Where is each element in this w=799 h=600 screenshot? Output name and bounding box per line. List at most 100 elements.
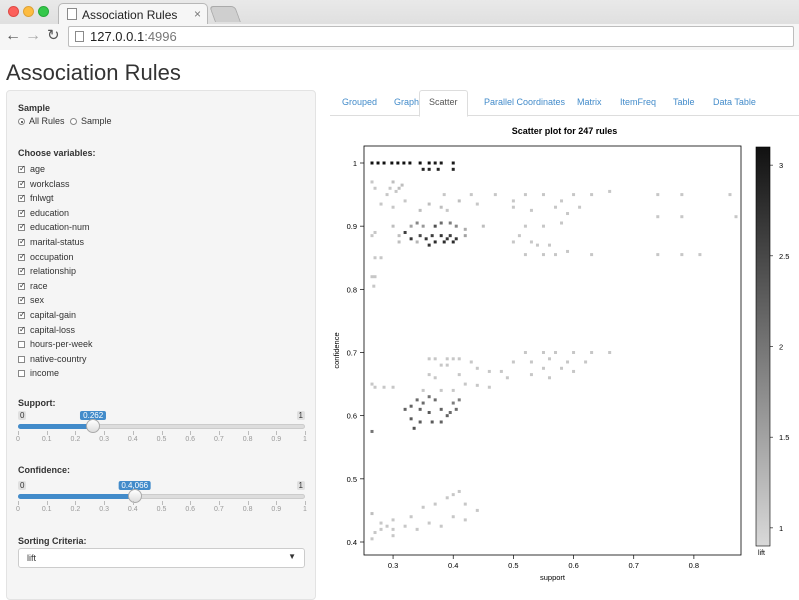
- checkbox[interactable]: [18, 179, 26, 188]
- tab-scatter[interactable]: Scatter: [419, 90, 468, 117]
- variable-checkbox-race[interactable]: race: [18, 281, 48, 291]
- checkbox[interactable]: [18, 295, 26, 305]
- radio-label: Sample: [81, 116, 112, 126]
- radio-all-rules[interactable]: All Rules: [18, 116, 65, 126]
- slider-handle[interactable]: [127, 489, 142, 503]
- checkbox[interactable]: [18, 341, 25, 349]
- scatter-point: [400, 183, 404, 187]
- tab-data-table[interactable]: Data Table: [713, 90, 756, 116]
- checkbox[interactable]: [18, 208, 26, 217]
- support-slider[interactable]: 0 1 0.262 0 0.1 0.2 0.3 0.4 0.5 0.6 0.7 0.8 0.9 1: [16, 411, 307, 451]
- checkbox[interactable]: [18, 281, 26, 290]
- tab-graph[interactable]: Graph: [394, 90, 419, 116]
- slider-tick-label: 0.5: [156, 506, 167, 513]
- checkbox[interactable]: [18, 355, 25, 363]
- checkbox[interactable]: [18, 237, 26, 246]
- close-tab-icon[interactable]: ×: [194, 7, 201, 21]
- slider-handle[interactable]: [86, 419, 101, 433]
- variable-checkbox-age[interactable]: age: [18, 164, 45, 174]
- variable-checkbox-occupation[interactable]: occupation: [18, 252, 74, 262]
- scatter-point: [529, 373, 533, 377]
- checkbox[interactable]: [18, 310, 26, 319]
- confidence-slider[interactable]: 0 1 0.4,066 0 0.1 0.2 0.3 0.4 0.5 0.6 0.7 0.8 0.9…: [16, 481, 307, 521]
- scatter-point: [590, 351, 594, 354]
- checkbox[interactable]: [18, 222, 26, 232]
- scatter-point: [382, 385, 386, 389]
- select-value: lift: [27, 553, 36, 563]
- lift-colorbar: [755, 146, 771, 547]
- variable-checkbox-workclass[interactable]: workclass: [18, 179, 70, 189]
- checkbox[interactable]: [18, 252, 26, 261]
- variable-checkbox-capital-loss[interactable]: capital-loss: [18, 325, 75, 335]
- scatter-point: [373, 385, 377, 389]
- scatter-point: [373, 256, 377, 260]
- checkbox-label: occupation: [30, 251, 74, 262]
- sorting-criteria-select[interactable]: lift ▼: [18, 548, 305, 568]
- tab-parallel-coordinates[interactable]: Parallel Coordinates: [484, 90, 565, 116]
- variable-checkbox-relationship[interactable]: relationship: [18, 266, 76, 276]
- checkbox-label: education-num: [30, 222, 90, 233]
- variable-checkbox-capital-gain[interactable]: capital-gain: [18, 310, 76, 320]
- checkbox-label: relationship: [30, 266, 77, 277]
- scatter-point: [547, 357, 551, 361]
- scatter-point: [572, 193, 576, 197]
- scatter-point: [448, 411, 452, 415]
- slider-tick: [75, 431, 77, 435]
- checkbox[interactable]: [18, 193, 26, 203]
- back-arrow-icon[interactable]: ←: [5, 27, 21, 45]
- scatter-point: [560, 366, 564, 370]
- scatter-point: [373, 531, 377, 535]
- scatter-point: [403, 230, 407, 234]
- browser-tab[interactable]: Association Rules ×: [58, 3, 208, 25]
- close-window-button[interactable]: [8, 6, 19, 17]
- variable-checkbox-sex[interactable]: sex: [18, 295, 44, 305]
- checkbox[interactable]: [18, 266, 26, 276]
- scatter-point: [385, 524, 389, 528]
- variable-checkbox-native-country[interactable]: native-country: [18, 354, 87, 364]
- radio-sample[interactable]: Sample: [70, 116, 112, 126]
- scatter-point: [439, 524, 443, 528]
- slider-min: 0: [18, 481, 27, 490]
- scatter-point: [541, 253, 545, 257]
- scatter-point: [469, 360, 473, 364]
- minimize-window-button[interactable]: [23, 6, 34, 17]
- scatter-point: [391, 385, 395, 389]
- slider-tick: [305, 501, 306, 505]
- scatter-point: [451, 357, 455, 361]
- forward-arrow-icon[interactable]: →: [25, 27, 41, 45]
- variable-checkbox-education[interactable]: education: [18, 208, 69, 218]
- scatter-point: [457, 398, 461, 402]
- address-bar[interactable]: 127.0.0.1:4996: [68, 26, 794, 47]
- checkbox[interactable]: [18, 370, 25, 378]
- radio-button[interactable]: [70, 118, 77, 125]
- scatter-point: [409, 404, 413, 408]
- scatter-point: [523, 351, 527, 354]
- scatter-point: [590, 193, 594, 197]
- scatter-point: [370, 382, 374, 386]
- variable-checkbox-income[interactable]: income: [18, 368, 59, 378]
- scatter-point: [427, 521, 431, 525]
- variable-checkbox-marital-status[interactable]: marital-status: [18, 237, 84, 247]
- y-tick-label: 0.8: [347, 285, 357, 294]
- reload-icon[interactable]: ↻: [47, 27, 60, 45]
- scatter-point: [517, 234, 521, 238]
- tab-matrix[interactable]: Matrix: [577, 90, 602, 116]
- variable-checkbox-hours-per-week[interactable]: hours-per-week: [18, 339, 93, 349]
- new-tab-button[interactable]: [209, 6, 241, 22]
- variable-checkbox-education-num[interactable]: education-num: [18, 222, 90, 232]
- scatter-point: [427, 161, 431, 165]
- maximize-window-button[interactable]: [38, 6, 49, 17]
- browser-tab-title: Association Rules: [82, 8, 178, 22]
- checkbox[interactable]: [18, 164, 26, 173]
- scatter-point: [370, 512, 374, 516]
- scatter-point: [560, 199, 564, 203]
- tab-itemfreq[interactable]: ItemFreq: [620, 90, 656, 116]
- tab-table[interactable]: Table: [673, 90, 695, 116]
- radio-button[interactable]: [18, 118, 25, 125]
- variable-checkbox-fnlwgt[interactable]: fnlwgt: [18, 193, 54, 203]
- scatter-point: [487, 385, 491, 389]
- checkbox-label: age: [30, 164, 46, 174]
- tab-grouped[interactable]: Grouped: [342, 90, 377, 116]
- plot-tabs: Grouped Graph Scatter Parallel Coordinates M…: [330, 90, 799, 117]
- checkbox[interactable]: [18, 325, 26, 334]
